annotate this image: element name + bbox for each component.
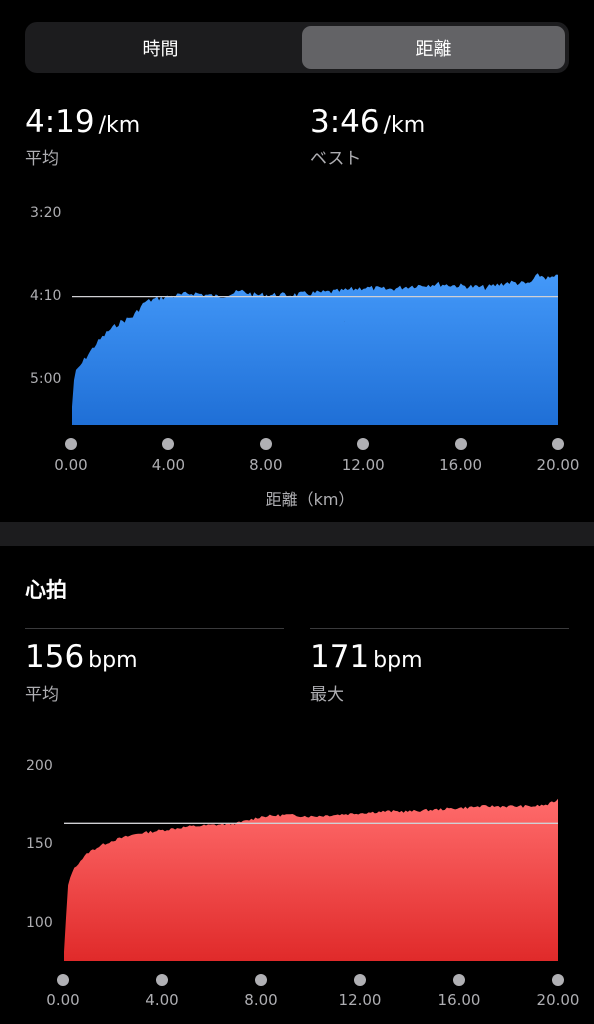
heart-average-label: 平均 (25, 685, 59, 705)
heart-average-unit: bpm (88, 648, 138, 673)
pace-xtick-label: 20.00 (536, 456, 580, 474)
hr-xtick-label: 12.00 (338, 991, 382, 1009)
heart-max-unit: bpm (373, 648, 423, 673)
section-divider (0, 522, 594, 546)
pace-best-label: ベスト (310, 149, 362, 169)
pace-x-dot (65, 438, 77, 450)
hr-xtick-label: 8.00 (244, 991, 278, 1009)
pace-best-unit: /km (383, 113, 426, 138)
heart-rate-chart (64, 798, 558, 961)
pace-x-axis-label: 距離（km） (265, 490, 355, 509)
pace-area (72, 247, 558, 425)
tab-distance[interactable]: 距離 (302, 26, 565, 69)
pace-xtick-label: 0.00 (54, 456, 88, 474)
pace-ytick-0: 3:20 (30, 205, 62, 221)
hr-x-dot (57, 974, 69, 986)
pace-x-dot (357, 438, 370, 450)
pace-average-unit: /km (98, 113, 141, 138)
heart-max-value: 171 bpm (310, 639, 423, 675)
hr-ytick-0: 200 (26, 758, 53, 774)
heart-average-value: 156 bpm (25, 639, 138, 675)
pace-best-value: 3:46/km (310, 104, 425, 140)
hr-xtick-label: 20.00 (536, 991, 580, 1009)
pace-average-number: 4:19 (25, 104, 95, 140)
segmented-control: 時間 距離 (25, 22, 569, 73)
pace-x-dot (162, 438, 175, 450)
hr-xtick-label: 16.00 (437, 991, 481, 1009)
pace-x-dot (259, 438, 272, 450)
hr-x-dot (156, 974, 168, 986)
heart-average-number: 156 (25, 639, 85, 675)
pace-average-value: 4:19/km (25, 104, 140, 140)
heart-max-label: 最大 (310, 685, 344, 705)
pace-ytick-2: 5:00 (30, 371, 62, 387)
pace-xtick-label: 16.00 (439, 456, 483, 474)
hr-x-dot (552, 974, 564, 986)
hr-xtick-label: 4.00 (145, 991, 179, 1009)
heart-max-number: 171 (310, 639, 370, 675)
hr-ytick-1: 150 (26, 836, 53, 852)
pace-best-number: 3:46 (310, 104, 380, 140)
hr-xtick-label: 0.00 (46, 991, 80, 1009)
pace-chart (72, 247, 558, 425)
pace-x-dot (454, 438, 467, 450)
heart-section-title: 心拍 (25, 578, 67, 602)
hr-x-dot (255, 974, 267, 986)
pace-x-dot (552, 438, 564, 450)
heart-divider-right (310, 628, 569, 629)
pace-xtick-label: 4.00 (151, 456, 186, 474)
hr-ytick-2: 100 (26, 915, 53, 931)
hr-x-dot (354, 974, 366, 986)
pace-ytick-1: 4:10 (30, 288, 62, 304)
pace-average-label: 平均 (25, 149, 59, 169)
heart-divider-left (25, 628, 284, 629)
pace-xtick-label: 12.00 (341, 456, 385, 474)
hr-x-dot (453, 974, 465, 986)
pace-xtick-label: 8.00 (249, 456, 283, 474)
tab-time[interactable]: 時間 (29, 26, 292, 69)
